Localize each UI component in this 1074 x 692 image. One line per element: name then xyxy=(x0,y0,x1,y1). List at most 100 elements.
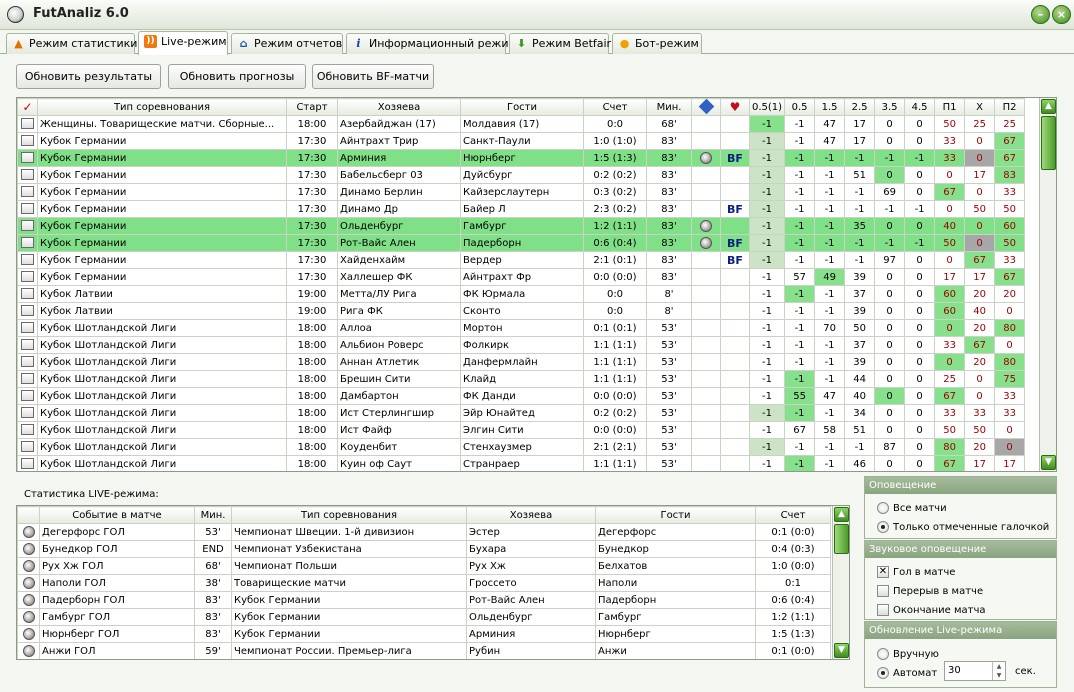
main-table-scrollbar[interactable]: ▲ ▼ xyxy=(1039,98,1056,471)
scroll-down-icon[interactable]: ▼ xyxy=(1041,455,1056,470)
minimize-button[interactable]: – xyxy=(1031,5,1050,24)
table-row[interactable]: Кубок Шотландской Лиги 18:00 Альбион Ровер… xyxy=(17,336,1026,354)
row-checkbox[interactable] xyxy=(17,132,38,150)
update-auto-radio[interactable]: Автомат xyxy=(877,667,937,679)
row-checkbox[interactable] xyxy=(17,251,38,269)
refresh-results-button[interactable]: Обновить результаты xyxy=(16,64,161,89)
close-button[interactable]: × xyxy=(1052,5,1071,24)
table-row[interactable]: Женщины. Товарищеские матчи. Сборные... 1… xyxy=(17,115,1026,133)
column-header[interactable]: 2.5 xyxy=(844,98,876,116)
list-item[interactable]: Рух Хж ГОЛ 68' Чемпионат Польши Рух Хж Белха… xyxy=(17,557,831,575)
column-header[interactable]: Счет xyxy=(755,506,831,524)
notify-all-radio[interactable]: Все матчи xyxy=(877,502,947,514)
list-item[interactable]: Гамбург ГОЛ 83' Кубок Германии Ольденбург Га… xyxy=(17,608,831,626)
refresh-bf-button[interactable]: Обновить BF-матчи xyxy=(312,64,434,89)
row-checkbox[interactable] xyxy=(17,455,38,471)
scroll-up-icon[interactable]: ▲ xyxy=(1041,99,1056,114)
column-header[interactable]: Счет xyxy=(583,98,647,116)
column-header[interactable]: Старт xyxy=(286,98,338,116)
row-checkbox[interactable] xyxy=(17,149,38,167)
column-header[interactable]: 0.5 xyxy=(784,98,816,116)
row-checkbox[interactable] xyxy=(17,438,38,456)
tab-betfair[interactable]: ⬇ Режим Betfair xyxy=(509,33,611,54)
table-row[interactable]: Кубок Германии 17:30 Динамо Др Байер Л 2:3 (… xyxy=(17,200,1026,218)
row-checkbox[interactable] xyxy=(17,404,38,422)
refresh-forecasts-button[interactable]: Обновить прогнозы xyxy=(168,64,306,89)
column-header[interactable]: 1.5 xyxy=(814,98,846,116)
sound-break-checkbox[interactable]: Перерыв в матче xyxy=(877,585,983,597)
column-header[interactable]: 4.5 xyxy=(904,98,936,116)
table-row[interactable]: Кубок Шотландской Лиги 18:00 Дамбартон ФК Д… xyxy=(17,387,1026,405)
stats-table-scrollbar[interactable]: ▲ ▼ xyxy=(832,506,849,659)
table-row[interactable]: Кубок Латвии 19:00 Рига ФК Сконто 0:0 8' -1 -1-… xyxy=(17,302,1026,320)
row-checkbox[interactable] xyxy=(17,319,38,337)
row-checkbox[interactable] xyxy=(17,183,38,201)
row-checkbox[interactable] xyxy=(17,421,38,439)
table-row[interactable]: Кубок Германии 17:30 Хайденхайм Вердер 2:1 (… xyxy=(17,251,1026,269)
row-checkbox[interactable] xyxy=(17,285,38,303)
notify-checked-radio[interactable]: Только отмеченные галочкой xyxy=(877,521,1049,533)
table-row[interactable]: Кубок Германии 17:30 Динамо Берлин Кайзерсл… xyxy=(17,183,1026,201)
update-interval-spinner[interactable]: 30 ▲ ▼ xyxy=(944,661,1006,681)
table-row[interactable]: Кубок Германии 17:30 Арминия Нюрнберг 1:5 (1… xyxy=(17,149,1026,167)
scroll-thumb[interactable] xyxy=(834,524,849,554)
list-item[interactable]: Падерборн ГОЛ 83' Кубок Германии Рот-Вайс А… xyxy=(17,591,831,609)
column-header[interactable]: 0.5(1) xyxy=(748,98,786,116)
column-header[interactable]: Хозяева xyxy=(466,506,596,524)
row-checkbox[interactable] xyxy=(17,268,38,286)
column-header-info[interactable] xyxy=(691,98,721,116)
table-row[interactable]: Кубок Германии 17:30 Рот-Вайс Ален Падербор… xyxy=(17,234,1026,252)
column-header[interactable]: 3.5 xyxy=(874,98,906,116)
list-item[interactable]: Нюрнберг ГОЛ 83' Кубок Германии Арминия Нюрн… xyxy=(17,625,831,643)
table-row[interactable]: Кубок Шотландской Лиги 18:00 Куин оф Саут С… xyxy=(17,455,1026,471)
list-item[interactable]: Анжи ГОЛ 59' Чемпионат России. Премьер-лиг… xyxy=(17,642,831,659)
row-checkbox[interactable] xyxy=(17,302,38,320)
column-header[interactable]: Событие в матче xyxy=(39,506,195,524)
column-header[interactable]: Гости xyxy=(460,98,584,116)
row-checkbox[interactable] xyxy=(17,370,38,388)
column-header[interactable]: Тип соревнования xyxy=(231,506,467,524)
update-manual-radio[interactable]: Вручную xyxy=(877,648,939,660)
scroll-down-icon[interactable]: ▼ xyxy=(834,643,849,658)
check-column-header[interactable]: ✓ xyxy=(17,98,38,116)
table-row[interactable]: Кубок Германии 17:30 Айнтрахт Трир Санкт-Па… xyxy=(17,132,1026,150)
row-checkbox[interactable] xyxy=(17,353,38,371)
table-row[interactable]: Кубок Шотландской Лиги 18:00 Ист Стерлингш… xyxy=(17,404,1026,422)
sound-goal-checkbox[interactable]: ✕ Гол в матче xyxy=(877,566,955,578)
row-checkbox[interactable] xyxy=(17,200,38,218)
table-row[interactable]: Кубок Шотландской Лиги 18:00 Ист Файф Элгин… xyxy=(17,421,1026,439)
table-row[interactable]: Кубок Шотландской Лиги 18:00 Коуденбит Стен… xyxy=(17,438,1026,456)
list-item[interactable]: Бунедкор ГОЛ END Чемпионат Узбекистана Буха… xyxy=(17,540,831,558)
tab-live[interactable]: )) Live-режим xyxy=(138,31,228,55)
column-header[interactable]: Мин. xyxy=(194,506,232,524)
tab-reports[interactable]: ⌂ Режим отчетов xyxy=(231,33,343,54)
row-checkbox[interactable] xyxy=(17,387,38,405)
table-row[interactable]: Кубок Шотландской Лиги 18:00 Аллоа Мортон 0:… xyxy=(17,319,1026,337)
row-checkbox[interactable] xyxy=(17,234,38,252)
table-row[interactable]: Кубок Германии 17:30 Халлешер ФК Айнтрахт Ф… xyxy=(17,268,1026,286)
column-header[interactable]: П2 xyxy=(994,98,1026,116)
column-header-heart[interactable]: ♥ xyxy=(720,98,750,116)
tab-info[interactable]: i Информационный режим xyxy=(346,33,517,54)
row-checkbox[interactable] xyxy=(17,166,38,184)
list-item[interactable]: Дегерфорс ГОЛ 53' Чемпионат Швеции. 1-й ди… xyxy=(17,523,831,541)
table-row[interactable]: Кубок Латвии 19:00 Метта/ЛУ Рига ФК Юрмала 0… xyxy=(17,285,1026,303)
column-header[interactable]: Мин. xyxy=(646,98,692,116)
tab-bot[interactable]: ● Бот-режим xyxy=(612,33,702,54)
table-row[interactable]: Кубок Шотландской Лиги 18:00 Аннан Атлетик… xyxy=(17,353,1026,371)
column-header[interactable]: Тип соревнования xyxy=(37,98,287,116)
column-header[interactable]: X xyxy=(964,98,996,116)
list-item[interactable]: Наполи ГОЛ 38' Товарищеские матчи Гроссето Н… xyxy=(17,574,831,592)
row-checkbox[interactable] xyxy=(17,115,38,133)
row-checkbox[interactable] xyxy=(17,217,38,235)
column-header[interactable]: П1 xyxy=(934,98,966,116)
scroll-thumb[interactable] xyxy=(1041,116,1056,170)
tab-statistics[interactable]: ▲ Режим статистики xyxy=(6,33,137,54)
sound-end-checkbox[interactable]: Окончание матча xyxy=(877,604,986,616)
table-row[interactable]: Кубок Германии 17:30 Ольденбург Гамбург 1:2 … xyxy=(17,217,1026,235)
table-row[interactable]: Кубок Германии 17:30 Бабельсберг 03 Дуйсбур… xyxy=(17,166,1026,184)
spinner-arrows-icon[interactable]: ▲ ▼ xyxy=(992,662,1005,680)
row-checkbox[interactable] xyxy=(17,336,38,354)
table-row[interactable]: Кубок Шотландской Лиги 18:00 Брешин Сити Кл… xyxy=(17,370,1026,388)
column-header[interactable]: Хозяева xyxy=(337,98,461,116)
